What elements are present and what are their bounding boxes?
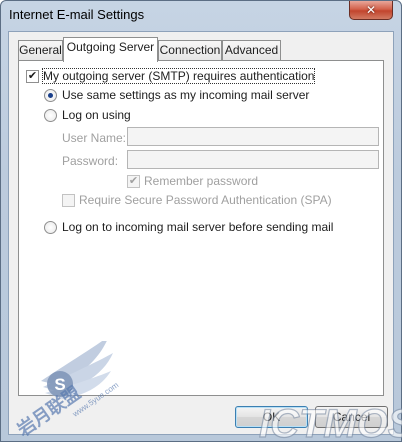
log-on-using-radio[interactable]: Log on using	[44, 108, 131, 122]
outgoing-server-panel: ✔ My outgoing server (SMTP) requires aut…	[18, 60, 384, 396]
spa-checkbox[interactable]: Require Secure Password Authentication (…	[62, 193, 332, 207]
close-icon: ✕	[365, 3, 377, 17]
radio-button[interactable]	[44, 220, 57, 234]
checkbox-box[interactable]: ✔	[26, 69, 39, 83]
cancel-button[interactable]: Cancel	[315, 406, 388, 428]
checkbox-box[interactable]	[62, 193, 75, 207]
remember-password-label: Remember password	[144, 174, 259, 188]
tab-label: General	[19, 43, 62, 57]
ok-button[interactable]: OK	[235, 406, 308, 428]
radio-button[interactable]	[44, 88, 57, 102]
radio-button[interactable]	[44, 108, 57, 122]
tab-label: Outgoing Server	[66, 40, 155, 54]
remember-password-checkbox[interactable]: ✔ Remember password	[127, 174, 258, 188]
dialog-client-area: General Outgoing Server Connection Advan…	[8, 31, 394, 435]
dialog-window: Internet E-mail Settings ✕ General Outgo…	[0, 0, 402, 442]
tab-outgoing-server[interactable]: Outgoing Server	[63, 37, 158, 62]
password-input[interactable]	[127, 150, 379, 169]
checkbox-box[interactable]: ✔	[127, 174, 140, 188]
requires-auth-checkbox[interactable]: ✔ My outgoing server (SMTP) requires aut…	[26, 68, 316, 84]
window-title: Internet E-mail Settings	[9, 7, 145, 22]
tab-advanced[interactable]: Advanced	[222, 40, 281, 60]
use-same-settings-label: Use same settings as my incoming mail se…	[62, 88, 310, 102]
radio-selected-dot	[48, 92, 53, 98]
close-button[interactable]: ✕	[349, 1, 393, 20]
log-on-using-label: Log on using	[62, 108, 131, 122]
use-same-settings-radio[interactable]: Use same settings as my incoming mail se…	[44, 88, 309, 102]
spa-label: Require Secure Password Authentication (…	[79, 193, 332, 207]
check-icon: ✔	[128, 174, 139, 187]
user-name-input[interactable]	[127, 127, 379, 146]
tab-general[interactable]: General	[18, 40, 63, 60]
tab-label: Connection	[159, 43, 221, 57]
log-on-incoming-radio[interactable]: Log on to incoming mail server before se…	[44, 220, 333, 234]
tab-connection[interactable]: Connection	[158, 40, 222, 60]
tab-label: Advanced	[224, 43, 279, 57]
log-on-incoming-label: Log on to incoming mail server before se…	[62, 220, 334, 234]
check-icon: ✔	[27, 69, 38, 82]
requires-auth-label: My outgoing server (SMTP) requires authe…	[41, 68, 316, 84]
password-label: Password:	[62, 154, 119, 168]
user-name-label: User Name:	[62, 131, 127, 145]
